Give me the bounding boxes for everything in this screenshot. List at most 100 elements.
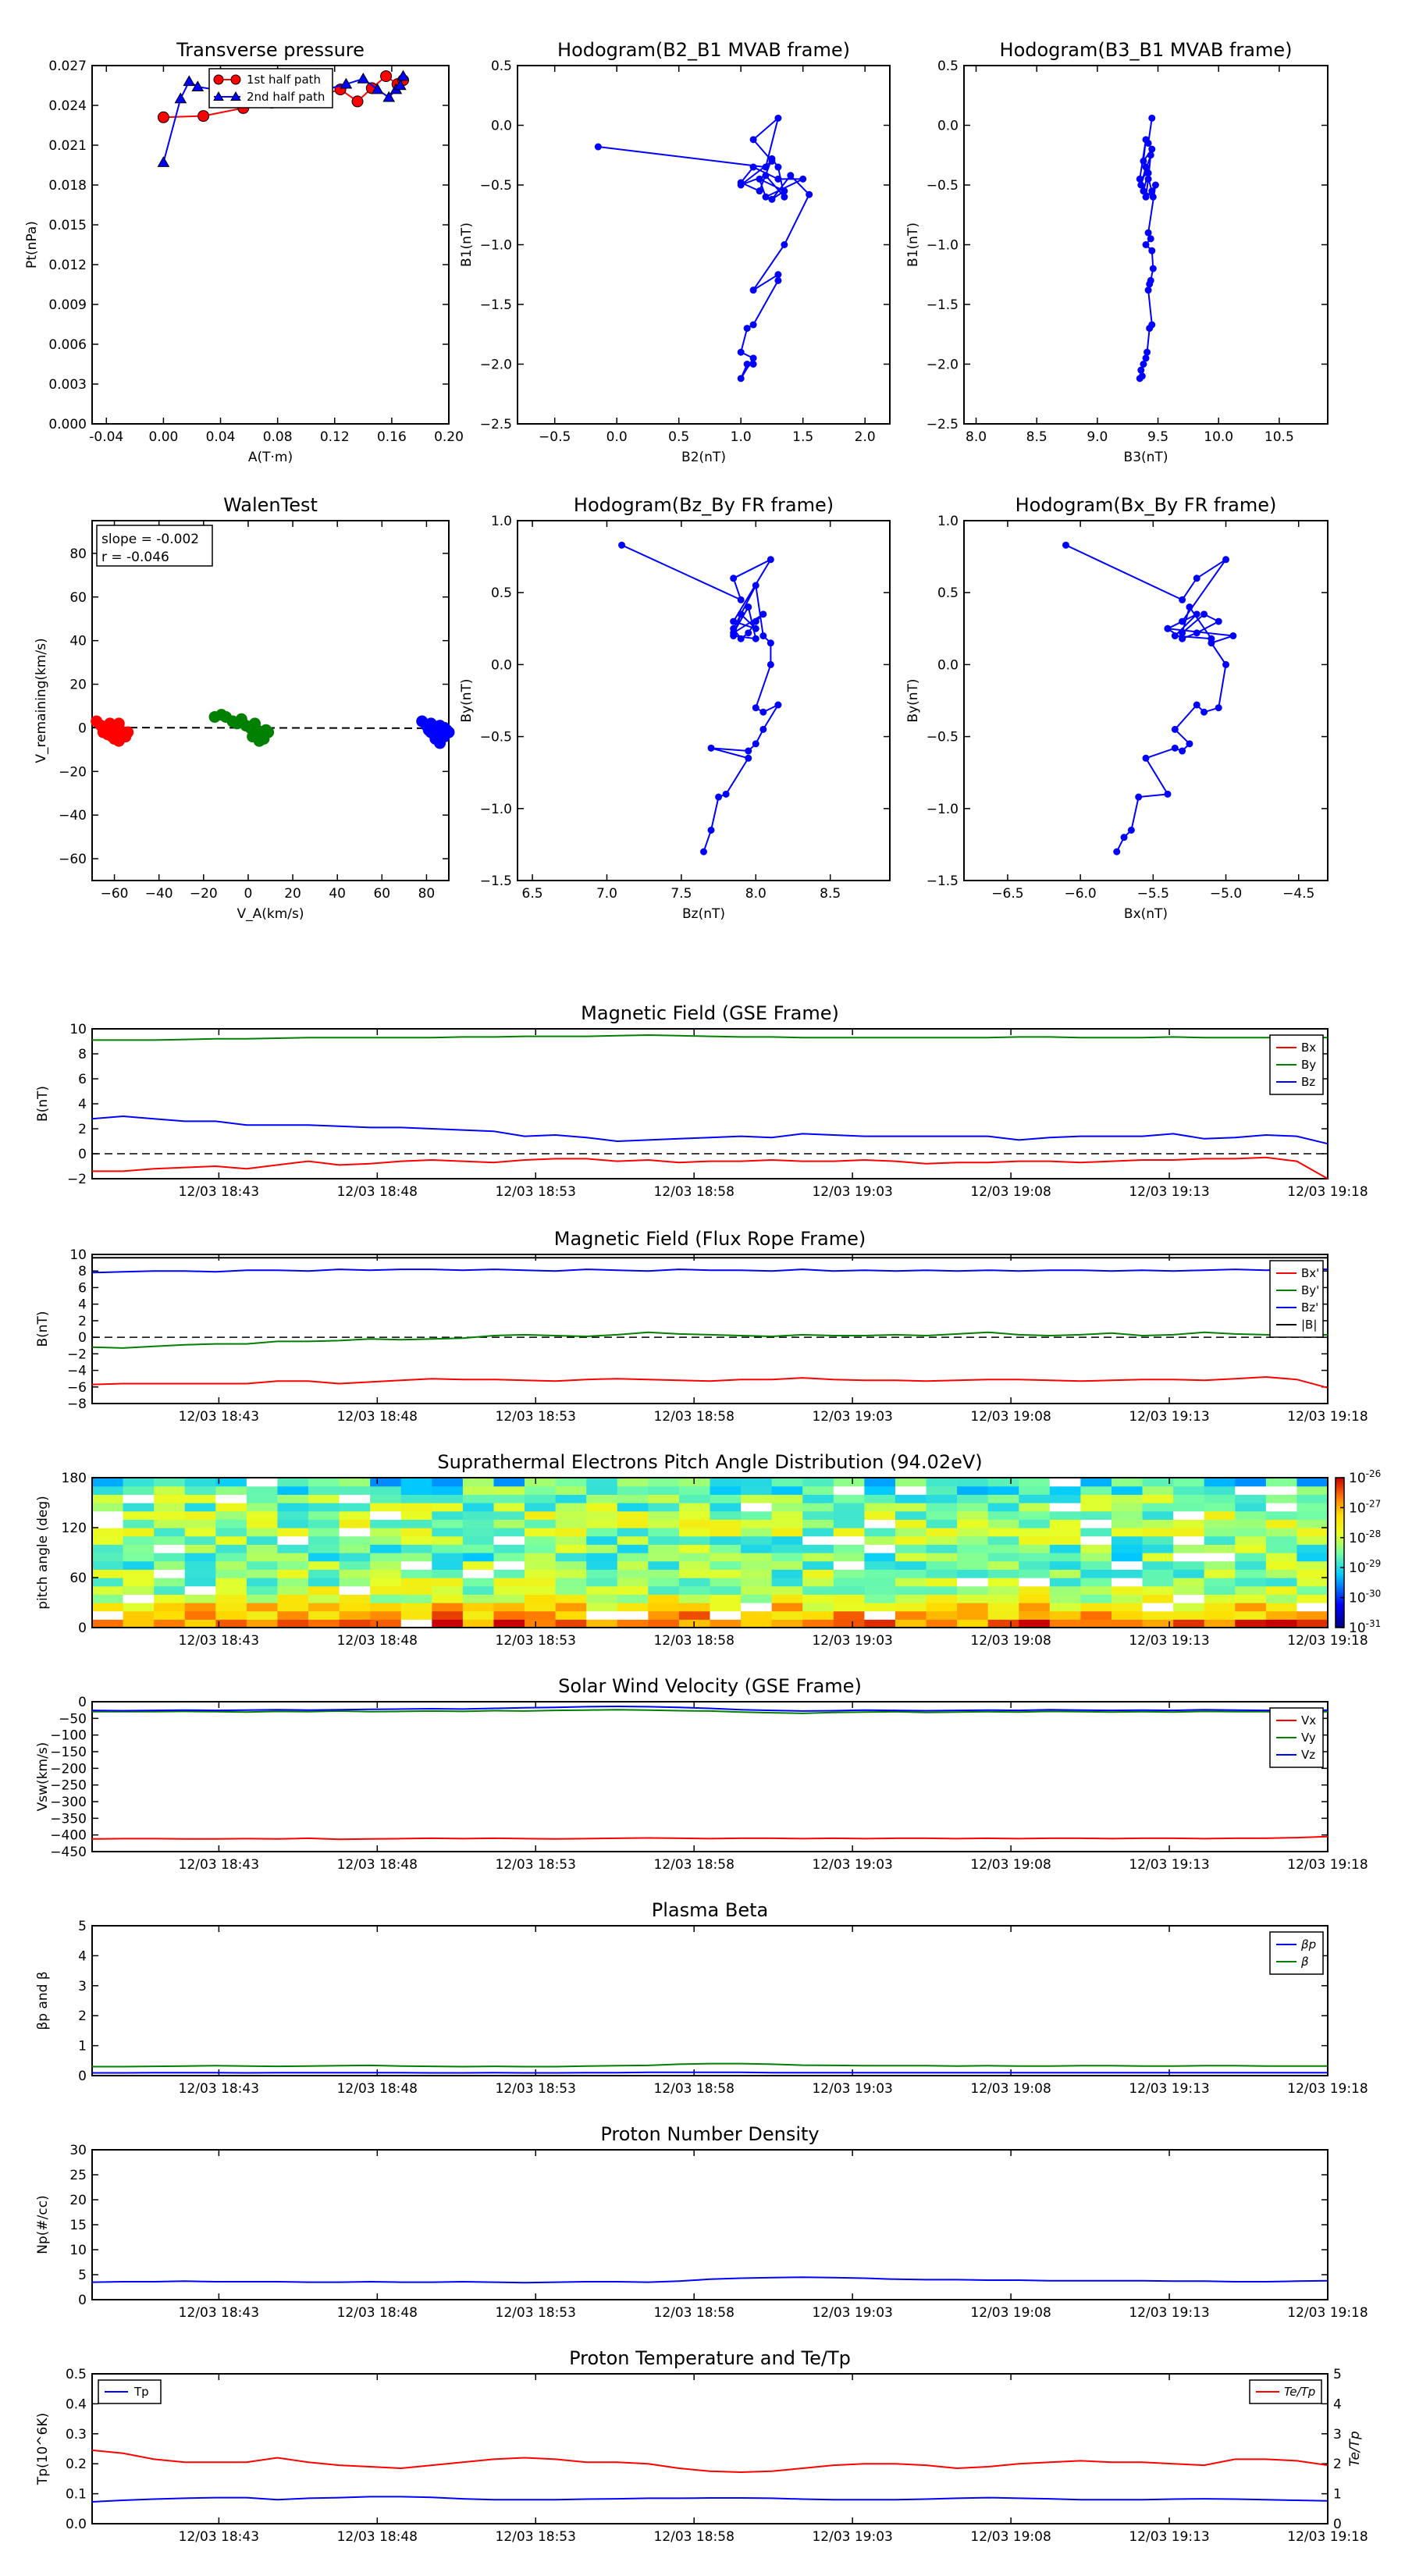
pitch-angle-cell [617,1569,649,1578]
pitch-angle-cell [987,1535,1019,1545]
pitch-angle-cell [123,1494,155,1503]
pitch-angle-cell [833,1528,865,1537]
pitch-angle-cell [246,1485,279,1495]
pitch-angle-cell [432,1494,464,1503]
pitch-angle-cell [1111,1553,1144,1562]
pitch-angle-cell [648,1560,680,1570]
pitch-angle-cell [493,1528,525,1537]
proton-density-xtick-label: 12/03 19:03 [812,2305,892,2321]
hodogram-bz-by-point [715,793,723,801]
pitch-angle-cell [741,1528,773,1537]
hodogram-b3-b1-point [1151,181,1159,189]
proton-temperature-ytick-label: 0.2 [66,2457,87,2472]
pitch-angle-cell [462,1610,495,1620]
pitch-angle-cell [987,1528,1019,1537]
proton-temperature-xtick-label: 12/03 18:48 [337,2529,418,2545]
pitch-angle-cell [154,1594,186,1603]
plasma-beta-xtick-label: 12/03 19:13 [1129,2081,1209,2097]
pitch-angle-cell [555,1594,587,1603]
pitch-angle-cell [1204,1619,1236,1628]
pitch-angle-cell [1019,1560,1051,1570]
hodogram-bz-by-point [737,610,745,618]
pitch-angle-cell [1111,1485,1144,1495]
hodogram-b2-b1-ytick-label: −2.0 [480,358,512,373]
pitch-angle-cell [400,1528,432,1537]
pitch-angle-cell [957,1478,989,1487]
pitch-angle-cell [1111,1535,1144,1545]
transverse-pressure-point-1st [197,110,210,123]
solar-wind-velocity-xtick-label: 12/03 18:58 [654,1857,735,1873]
pitch-angle-cell [895,1519,927,1528]
plasma-beta-ytick-label: 1 [78,2039,87,2055]
pitch-angle-cell [277,1560,309,1570]
proton-density-ytick-label: 20 [69,2193,87,2208]
pitch-angle-cell [678,1535,711,1545]
proton-temperature-ytick-right-label: 3 [1333,2427,1342,2443]
proton-temperature-ytick-label: 0.0 [66,2517,87,2532]
pitch-angle-cell [617,1603,649,1612]
hodogram-b3-b1-point [1142,136,1150,144]
hodogram-bx-by-point [1179,635,1186,642]
plasma-beta-xtick-label: 12/03 18:43 [179,2081,259,2097]
pitch-angle-cell [1142,1544,1174,1553]
pitch-angle-cell [308,1553,340,1562]
pitch-angle-cell [123,1553,155,1562]
walen-test-annotation-r: r = -0.046 [101,550,169,565]
pitch-angle-cell [154,1478,186,1487]
pitch-angle-cell [1297,1585,1329,1595]
pitch-angle-cell [1080,1519,1112,1528]
hodogram-bx-by-point [1120,834,1128,841]
pitch-angle-cell [1080,1485,1112,1495]
pitch-angle-cell [957,1594,989,1603]
pitch-angle-cell [586,1585,618,1595]
pitch-angle-cell [462,1535,495,1545]
hodogram-b3-b1-ytick-label: 0.5 [937,59,959,74]
pitch-angle-cell [617,1535,649,1545]
hodogram-b2-b1-point [737,375,745,382]
pitch-angle-cell [123,1478,155,1487]
pitch-angle-cell [1173,1553,1205,1562]
pitch-angle-cell [833,1603,865,1612]
pitch-angle-cell [1111,1528,1144,1537]
hodogram-bx-by-ytick-label: 0.5 [937,585,959,601]
pitch-angle-cell [1297,1544,1329,1553]
pitch-angle-cell [370,1585,402,1595]
pitch-angle-cell [771,1494,803,1503]
magnetic-field-flux-rope-series-Bz' [91,1268,1328,1274]
pitch-angle-xtick-label: 12/03 19:03 [812,1633,892,1649]
pitch-angle-cell [246,1560,279,1570]
pitch-angle-cell [1019,1478,1051,1487]
hodogram-bx-by-ytick-label: −1.5 [927,873,959,889]
plasma-beta-xtick-label: 12/03 18:58 [654,2081,735,2097]
pitch-angle-cell [1265,1610,1298,1620]
hodogram-bx-by-point [1208,639,1215,647]
pitch-angle-cell [339,1485,371,1495]
hodogram-b3-b1-xtick-label: 10.0 [1204,429,1233,445]
hodogram-bz-by-point [759,610,767,618]
pitch-angle-cell [1080,1569,1112,1578]
pitch-angle-cell [1297,1485,1329,1495]
transverse-pressure-ytick-label: 0.018 [48,178,87,194]
pitch-angle-cell [555,1553,587,1562]
pitch-angle-xtick-label: 12/03 18:48 [337,1633,418,1649]
pitch-angle-cell [432,1585,464,1595]
pitch-angle-cell [741,1603,773,1612]
plasma-beta-ytick-label: 0 [78,2069,87,2084]
pitch-angle-cells [92,1478,1329,1628]
pitch-angle-cell [1235,1544,1267,1553]
proton-temperature-ylabel: Tp(10^6K) [35,2413,51,2485]
hodogram-bz-by-title: Hodogram(Bz_By FR frame) [574,494,834,516]
solar-wind-velocity-xtick-label: 12/03 18:43 [179,1857,259,1873]
pitch-angle-cell [462,1494,495,1503]
pitch-angle-cell [493,1485,525,1495]
pitch-angle-cell [525,1510,557,1520]
pitch-angle-cell [771,1485,803,1495]
pitch-angle-cell [895,1585,927,1595]
magnetic-field-gse-legend-label: Bx [1301,1041,1316,1055]
pitch-angle-cell [493,1569,525,1578]
pitch-angle-cell [617,1594,649,1603]
pitch-angle-cell [339,1560,371,1570]
pitch-angle-cell [833,1535,865,1545]
pitch-angle-cell [802,1503,834,1512]
pitch-angle-cell [710,1569,742,1578]
